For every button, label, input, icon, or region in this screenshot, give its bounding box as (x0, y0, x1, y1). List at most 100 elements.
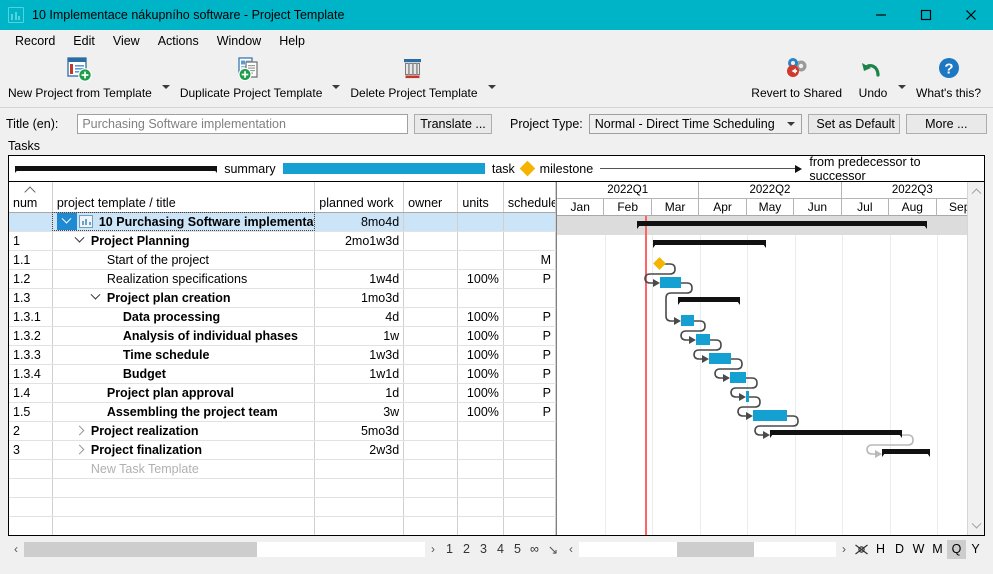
grid-scroll-left-icon[interactable]: ‹ (8, 542, 24, 556)
gantt-bar-task[interactable] (696, 334, 710, 345)
grid-scroll-right-icon[interactable]: › (425, 542, 441, 556)
cell-planned-work[interactable] (315, 459, 404, 478)
cell-title[interactable]: Time schedule (52, 345, 314, 364)
timescale-months[interactable]: M (928, 540, 947, 559)
table-row-empty[interactable] (9, 516, 556, 535)
table-row-empty[interactable] (9, 497, 556, 516)
chevron-down-icon[interactable] (89, 294, 103, 301)
chevron-down-icon[interactable] (73, 237, 87, 244)
table-row[interactable]: 1Project Planning2mo1w3d (9, 231, 556, 250)
cell-planned-work[interactable]: 1w4d (315, 269, 404, 288)
cell-schedule[interactable] (503, 459, 555, 478)
revert-to-shared-button[interactable]: Revert to Shared (743, 52, 850, 107)
table-row[interactable]: 1.1Start of the projectM (9, 250, 556, 269)
timescale-hours[interactable]: H (871, 540, 890, 559)
cell-planned-work[interactable] (315, 250, 404, 269)
translate-button[interactable]: Translate ... (414, 114, 492, 134)
cell-schedule[interactable] (503, 440, 555, 459)
cell-planned-work[interactable]: 1w1d (315, 364, 404, 383)
column-header-title[interactable]: project template / title (52, 182, 314, 212)
gantt-bar-task[interactable] (753, 410, 787, 421)
minimize-icon[interactable] (858, 0, 903, 30)
cell-title[interactable]: Data processing (52, 307, 314, 326)
new-project-from-template-button[interactable]: New Project from Template (0, 52, 160, 107)
gantt-scroll-track[interactable] (579, 542, 836, 557)
scroll-up-icon[interactable] (968, 182, 985, 199)
cell-owner[interactable] (404, 459, 458, 478)
gantt-vertical-scrollbar[interactable] (967, 182, 984, 535)
table-row[interactable]: 1.2Realization specifications1w4d100%P (9, 269, 556, 288)
cell-units[interactable]: 100% (458, 307, 504, 326)
cell-planned-work[interactable]: 1w (315, 326, 404, 345)
cell-owner[interactable] (404, 421, 458, 440)
grid-scroll-thumb[interactable] (24, 542, 257, 557)
cell-title[interactable]: Project realization (52, 421, 314, 440)
cell-units[interactable]: 100% (458, 364, 504, 383)
cell-title[interactable]: Realization specifications (52, 269, 314, 288)
cell-schedule[interactable] (503, 421, 555, 440)
duplicate-dropdown-caret-icon[interactable] (330, 81, 342, 93)
gantt-bar-summary[interactable] (637, 221, 927, 230)
cell-owner[interactable] (404, 364, 458, 383)
project-type-select[interactable]: Normal - Direct Time Scheduling (589, 114, 802, 134)
column-header-schedule[interactable]: schedule (503, 182, 555, 212)
maximize-icon[interactable] (903, 0, 948, 30)
cell-owner[interactable] (404, 383, 458, 402)
expand-toggle-selected[interactable] (57, 213, 77, 230)
cell-planned-work[interactable]: 1mo3d (315, 288, 404, 307)
cell-units[interactable]: 100% (458, 269, 504, 288)
cell-planned-work[interactable]: 2w3d (315, 440, 404, 459)
menu-item-record[interactable]: Record (6, 32, 64, 50)
column-header-units[interactable]: units (458, 182, 504, 212)
close-icon[interactable] (948, 0, 993, 30)
cell-units[interactable]: 100% (458, 383, 504, 402)
cell-owner[interactable] (404, 269, 458, 288)
cell-owner[interactable] (404, 307, 458, 326)
menu-item-actions[interactable]: Actions (149, 32, 208, 50)
cell-title[interactable]: Budget (52, 364, 314, 383)
table-row[interactable]: 1.3.4Budget1w1d100%P (9, 364, 556, 383)
timescale-days[interactable]: D (890, 540, 909, 559)
cell-owner[interactable] (404, 345, 458, 364)
table-row[interactable]: 1.3.1Data processing4d100%P (9, 307, 556, 326)
cell-planned-work[interactable]: 1d (315, 383, 404, 402)
cell-units[interactable] (458, 231, 504, 250)
cell-planned-work[interactable]: 2mo1w3d (315, 231, 404, 250)
grid-horizontal-scrollbar[interactable]: ‹ › (8, 540, 441, 558)
cell-units[interactable] (458, 250, 504, 269)
table-row[interactable]: 1.3.2Analysis of individual phases1w100%… (9, 326, 556, 345)
column-header-num[interactable]: num (9, 182, 52, 212)
outline-level-4[interactable]: 4 (492, 542, 509, 556)
cell-planned-work[interactable]: 4d (315, 307, 404, 326)
cell-title[interactable]: Project plan approval (52, 383, 314, 402)
cell-units[interactable]: 100% (458, 326, 504, 345)
table-row[interactable]: New Task Template (9, 459, 556, 478)
set-as-default-button[interactable]: Set as Default (808, 114, 900, 134)
gantt-bar-summary[interactable] (882, 449, 930, 458)
table-row[interactable]: 1.3Project plan creation1mo3d (9, 288, 556, 307)
menu-item-edit[interactable]: Edit (64, 32, 104, 50)
menu-item-view[interactable]: View (104, 32, 149, 50)
cell-schedule[interactable] (503, 212, 555, 231)
cell-title[interactable]: Project Planning (52, 231, 314, 250)
cell-units[interactable] (458, 288, 504, 307)
column-header-owner[interactable]: owner (404, 182, 458, 212)
cell-title[interactable]: Project finalization (52, 440, 314, 459)
table-row[interactable]: 3Project finalization2w3d (9, 440, 556, 459)
menu-item-window[interactable]: Window (208, 32, 270, 50)
cell-title[interactable]: 10 Purchasing Software implementation (52, 212, 314, 231)
cell-planned-work[interactable]: 3w (315, 402, 404, 421)
cell-schedule[interactable]: P (503, 326, 555, 345)
whats-this-button[interactable]: ? What's this? (908, 52, 989, 107)
table-row[interactable]: 1.3.3Time schedule1w3d100%P (9, 345, 556, 364)
delete-project-template-button[interactable]: Delete Project Template (342, 52, 485, 107)
gantt-bar-task[interactable] (730, 372, 746, 383)
gantt-bar-summary[interactable] (678, 297, 740, 306)
table-row[interactable]: 10 Purchasing Software implementation8mo… (9, 212, 556, 231)
cell-owner[interactable] (404, 402, 458, 421)
cell-schedule[interactable] (503, 288, 555, 307)
gantt-horizontal-scrollbar[interactable]: ‹ › (563, 540, 852, 558)
collapse-diagonal-icon[interactable]: ↘ (543, 542, 563, 557)
cell-owner[interactable] (404, 440, 458, 459)
outline-level-3[interactable]: 3 (475, 542, 492, 556)
